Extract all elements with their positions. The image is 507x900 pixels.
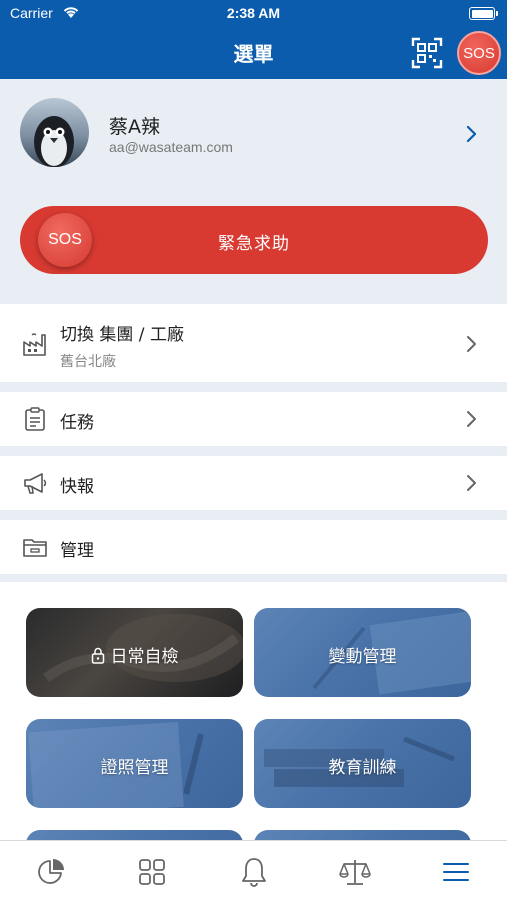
tile-education-training-label: 教育訓練 [328, 758, 397, 778]
chevron-right-icon [467, 336, 476, 352]
qr-scan-icon[interactable] [411, 37, 443, 69]
tile-more-2[interactable] [254, 830, 471, 840]
menu-row-manage[interactable]: 管理 [0, 520, 507, 574]
pie-chart-icon [38, 859, 64, 884]
manage-label: 管理 [60, 541, 94, 561]
megaphone-icon [24, 473, 47, 494]
folder-icon [23, 539, 47, 557]
tile-education-training[interactable]: 教育訓練 [254, 719, 471, 808]
tile-daily-check-label: 日常自檢 [26, 642, 243, 669]
factory-icon [23, 333, 46, 356]
status-bar: Carrier 2:38 AM [0, 0, 507, 28]
chevron-right-icon[interactable] [465, 124, 479, 144]
profile-section: 蔡A辣 aa@wasateam.com SOS 緊急求助 [0, 79, 507, 302]
tile-daily-check-text: 日常自檢 [110, 647, 179, 667]
tab-notifications[interactable] [236, 854, 272, 890]
tasks-label: 任務 [60, 413, 94, 433]
tile-daily-check[interactable]: 日常自檢 [26, 608, 243, 697]
user-email: aa@wasateam.com [109, 139, 233, 155]
menu-row-switch-factory[interactable]: 切換 集團 / 工廠 舊台北廠 [0, 304, 507, 382]
clipboard-icon [25, 407, 45, 431]
menu-row-tasks[interactable]: 任務 [0, 392, 507, 446]
bottom-tab-bar [0, 840, 507, 900]
top-nav-bar: Carrier 2:38 AM 選單 SOS [0, 0, 507, 79]
tile-change-management-label: 變動管理 [328, 647, 397, 667]
lock-icon [91, 647, 105, 669]
clock: 2:38 AM [226, 5, 281, 21]
bell-icon [242, 858, 266, 887]
tile-license-management-label: 證照管理 [100, 758, 169, 778]
user-name: 蔡A辣 [109, 116, 160, 138]
chevron-right-icon [467, 475, 476, 491]
news-label: 快報 [60, 477, 94, 497]
penguin-avatar[interactable] [20, 98, 89, 167]
tab-regulations[interactable] [337, 854, 373, 890]
feature-tiles: 日常自檢 變動管理 證照管理 教育訓練 [0, 582, 507, 840]
current-factory: 舊台北廠 [60, 354, 116, 370]
sos-button-top[interactable]: SOS [457, 31, 501, 75]
tile-license-management[interactable]: 證照管理 [26, 719, 243, 808]
menu-icon [443, 863, 469, 881]
menu-row-news[interactable]: 快報 [0, 456, 507, 510]
emergency-help-button[interactable]: SOS 緊急求助 [20, 206, 488, 274]
grid-icon [139, 859, 165, 885]
chevron-right-icon [467, 411, 476, 427]
scale-icon [339, 860, 371, 885]
battery-icon [469, 7, 498, 20]
tab-apps[interactable] [134, 854, 170, 890]
tile-more-1[interactable] [26, 830, 243, 840]
emergency-help-label: 緊急求助 [218, 234, 290, 254]
tab-menu[interactable] [438, 854, 474, 890]
tab-dashboard[interactable] [33, 854, 69, 890]
tile-change-management[interactable]: 變動管理 [254, 608, 471, 697]
switch-factory-label: 切換 集團 / 工廠 [60, 325, 184, 345]
